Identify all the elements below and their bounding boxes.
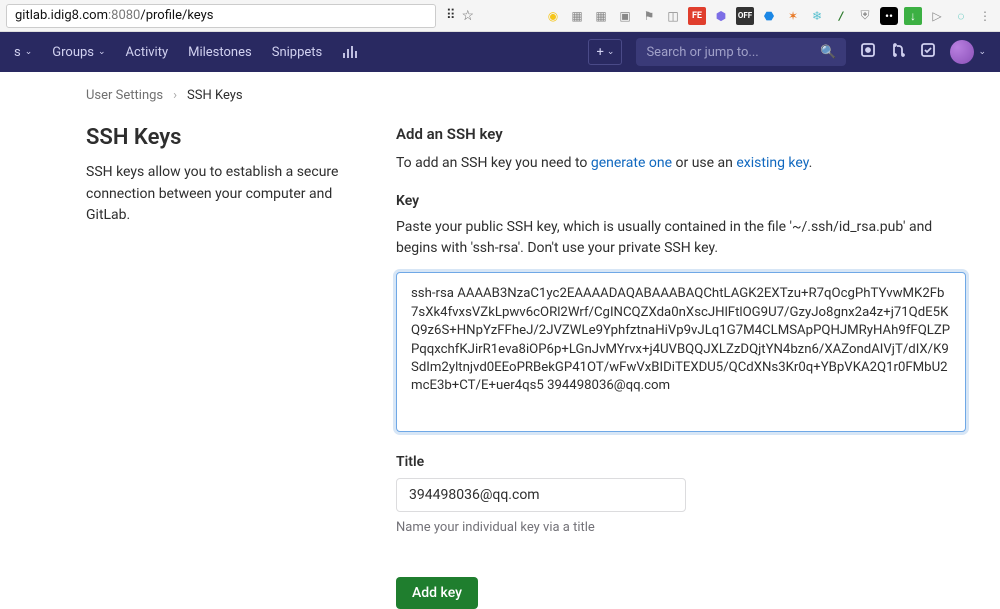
browser-menu-icon[interactable]: ⋮ [976,7,994,25]
chevron-down-icon[interactable]: ⌄ [978,47,986,57]
nav-item-projects[interactable]: s ⌄ [14,45,32,60]
ext-icon[interactable]: ↓ [904,7,922,25]
ext-icon[interactable]: ⬣ [760,7,778,25]
nav-label: Groups [52,45,94,60]
ext-icon[interactable]: ⚑ [640,7,658,25]
ext-icon[interactable]: ❄ [808,7,826,25]
add-key-hint: To add an SSH key you need to generate o… [396,153,966,175]
url-bar[interactable]: gitlab.idig8.com:8080/profile/keys [6,4,436,28]
nav-item-groups[interactable]: Groups ⌄ [52,45,105,60]
key-instruction: Paste your public SSH key, which is usua… [396,217,966,260]
plus-icon: + [596,45,603,60]
breadcrumb: User Settings › SSH Keys [86,88,974,103]
todos-icon[interactable] [920,42,936,62]
ssh-key-textarea[interactable] [396,272,966,432]
add-key-button[interactable]: Add key [396,577,478,609]
ext-icon[interactable]: ✶ [784,7,802,25]
hint-text: . [809,155,813,171]
breadcrumb-current: SSH Keys [187,88,243,103]
chevron-down-icon: ⌄ [25,47,33,57]
user-avatar[interactable] [950,40,974,64]
hint-text: or use an [672,155,736,171]
ext-icon[interactable]: ⬢ [712,7,730,25]
url-path: /profile/keys [140,8,213,23]
breadcrumb-parent[interactable]: User Settings [86,88,163,103]
existing-key-link[interactable]: existing key [736,155,808,171]
chevron-right-icon: › [173,88,177,103]
title-label: Title [396,454,966,470]
browser-chrome: gitlab.idig8.com:8080/profile/keys ⠿ ☆ ◉… [0,0,1000,32]
bookmark-star-icon[interactable]: ☆ [462,8,475,24]
key-title-input[interactable] [396,478,686,512]
new-dropdown[interactable]: + ⌄ [588,39,622,65]
ext-icon[interactable]: OFF [736,7,754,25]
ext-icon[interactable]: ◌ [952,7,970,25]
analytics-icon[interactable] [342,44,358,60]
key-label: Key [396,193,966,209]
global-search-input[interactable]: Search or jump to... 🔍 [636,38,846,66]
ext-icon[interactable]: ▦ [592,7,610,25]
issues-icon[interactable] [860,42,876,62]
hint-text: To add an SSH key you need to [396,155,591,171]
ext-icon[interactable]: ▷ [928,7,946,25]
ext-icon[interactable]: ▣ [616,7,634,25]
nav-item-activity[interactable]: Activity [126,45,169,60]
translate-icon[interactable]: ⠿ [446,8,456,23]
search-icon: 🔍 [820,45,836,60]
gitlab-navbar: s ⌄ Groups ⌄ Activity Milestones Snippet… [0,32,1000,72]
chevron-down-icon: ⌄ [607,47,615,57]
url-port: :8080 [108,8,140,23]
nav-item-snippets[interactable]: Snippets [272,45,323,60]
ext-icon[interactable]: / [832,7,850,25]
ext-icon[interactable]: ◉ [544,7,562,25]
ext-icon[interactable]: •• [880,7,898,25]
ext-icon[interactable]: ▦ [568,7,586,25]
extension-icons: ◉ ▦ ▦ ▣ ⚑ ◫ FE ⬢ OFF ⬣ ✶ ❄ / ⛨ •• ↓ ▷ ◌ … [544,7,994,25]
ext-icon[interactable]: FE [688,7,706,25]
nav-item-milestones[interactable]: Milestones [188,45,252,60]
page-title: SSH Keys [86,125,356,150]
search-placeholder: Search or jump to... [646,45,758,60]
chevron-down-icon: ⌄ [98,47,106,57]
title-hint: Name your individual key via a title [396,520,966,535]
url-host: gitlab.idig8.com [15,8,108,23]
generate-key-link[interactable]: generate one [591,155,672,171]
nav-left: s ⌄ Groups ⌄ Activity Milestones Snippet… [14,44,358,60]
section-heading-add: Add an SSH key [396,125,966,143]
page-description: SSH keys allow you to establish a secure… [86,162,356,227]
nav-right: + ⌄ Search or jump to... 🔍 ⌄ [588,38,986,66]
merge-requests-icon[interactable] [890,42,906,62]
ext-icon[interactable]: ⛨ [856,7,874,25]
ext-icon[interactable]: ◫ [664,7,682,25]
